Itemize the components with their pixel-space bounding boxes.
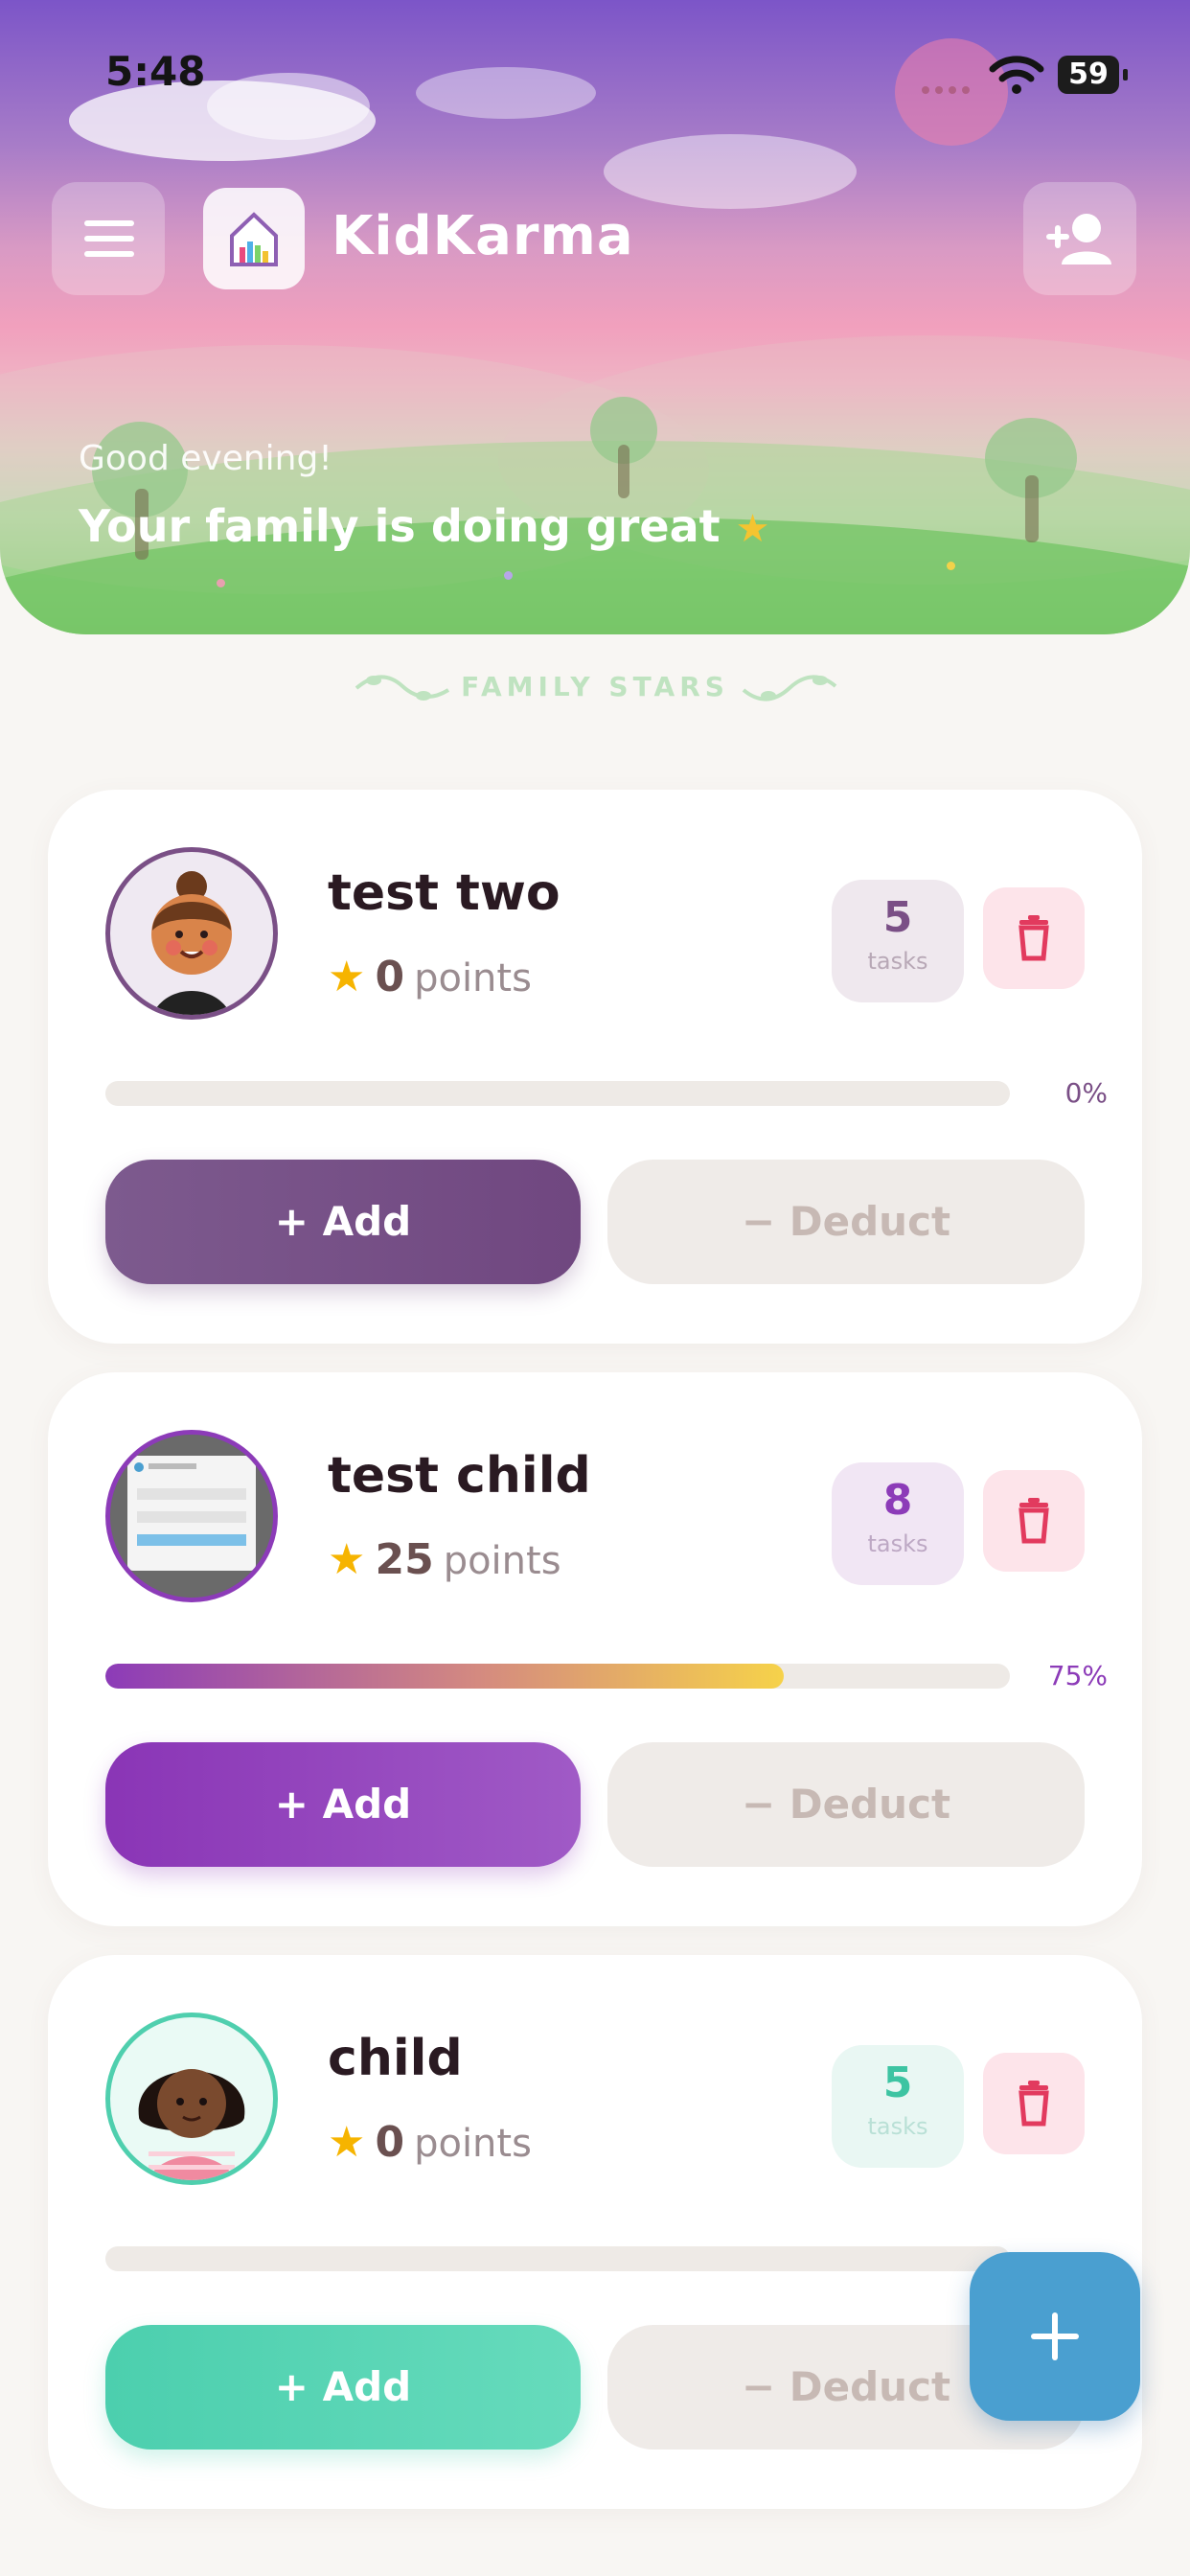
child-name: child bbox=[328, 2030, 463, 2087]
house-logo-icon bbox=[230, 212, 278, 266]
add-user-icon bbox=[1046, 214, 1111, 264]
star-icon: ★ bbox=[328, 953, 366, 1001]
trash-icon bbox=[1018, 1498, 1049, 1544]
menu-button[interactable] bbox=[52, 182, 165, 295]
star-icon: ★ bbox=[328, 2118, 366, 2167]
child-card: test child ★ 25 points 8 tasks 75% + Add −… bbox=[48, 1372, 1142, 1926]
points-value: 0 bbox=[375, 2118, 405, 2167]
tasks-badge[interactable]: 8 tasks bbox=[832, 1462, 964, 1585]
tasks-badge[interactable]: 5 tasks bbox=[832, 2045, 964, 2168]
wifi-icon bbox=[989, 56, 1044, 94]
child-card: child ★ 0 points 5 tasks + Add − Deduct bbox=[48, 1955, 1142, 2509]
add-points-button[interactable]: + Add bbox=[105, 2325, 581, 2450]
girl-avatar-icon bbox=[138, 2069, 245, 2180]
progress-fill bbox=[105, 1664, 784, 1689]
delete-button[interactable] bbox=[983, 887, 1085, 989]
points-value: 0 bbox=[375, 953, 405, 1001]
points-label: points bbox=[414, 956, 532, 1000]
tasks-label: tasks bbox=[867, 2113, 928, 2140]
cloud bbox=[207, 73, 370, 140]
progress-percent: 0% bbox=[1064, 1077, 1108, 1109]
trash-icon bbox=[1018, 2081, 1049, 2127]
plus-icon bbox=[1052, 2312, 1058, 2360]
headline-label: Your family is doing great bbox=[79, 500, 721, 552]
trash-icon bbox=[1018, 915, 1049, 961]
progress-bar bbox=[105, 1664, 1010, 1689]
vine-right-icon bbox=[742, 675, 837, 702]
points-row: ★ 25 points bbox=[328, 1535, 561, 1584]
cloud bbox=[416, 67, 596, 119]
app-title: KidKarma bbox=[332, 205, 634, 267]
status-time: 5:48 bbox=[105, 48, 206, 95]
child-card: test two ★ 0 points 5 tasks 0% + Add − Ded… bbox=[48, 790, 1142, 1344]
avatar[interactable] bbox=[105, 2012, 278, 2185]
app-logo bbox=[203, 188, 305, 289]
add-user-button[interactable] bbox=[1023, 182, 1136, 295]
girl-avatar-icon bbox=[151, 871, 232, 1015]
tasks-count: 5 bbox=[882, 2058, 913, 2107]
deduct-points-button[interactable]: − Deduct bbox=[607, 1742, 1085, 1867]
greeting-text: Good evening! bbox=[79, 439, 332, 478]
screenshot-avatar-icon bbox=[110, 1435, 273, 1598]
battery-indicator: 59 bbox=[1058, 56, 1119, 94]
add-points-button[interactable]: + Add bbox=[105, 1742, 581, 1867]
tasks-count: 8 bbox=[882, 1476, 913, 1525]
avatar[interactable] bbox=[105, 847, 278, 1020]
tasks-count: 5 bbox=[882, 893, 913, 942]
tree bbox=[985, 418, 1077, 542]
star-icon: ★ bbox=[735, 507, 770, 551]
battery-tip bbox=[1123, 69, 1128, 80]
add-points-button[interactable]: + Add bbox=[105, 1160, 581, 1284]
points-value: 25 bbox=[375, 1535, 434, 1584]
sparkle bbox=[947, 562, 955, 570]
section-title: FAMILY STARS bbox=[461, 671, 729, 702]
sparkle bbox=[217, 579, 225, 587]
child-name: test child bbox=[328, 1447, 591, 1505]
avatar[interactable] bbox=[105, 1430, 278, 1602]
progress-bar bbox=[105, 1081, 1010, 1106]
points-row: ★ 0 points bbox=[328, 953, 532, 1001]
points-label: points bbox=[443, 1539, 561, 1583]
star-icon: ★ bbox=[328, 1535, 366, 1584]
hamburger-menu-icon bbox=[84, 251, 134, 257]
sparkle bbox=[504, 571, 513, 580]
tasks-label: tasks bbox=[867, 948, 928, 975]
child-name: test two bbox=[328, 864, 561, 922]
delete-button[interactable] bbox=[983, 1470, 1085, 1572]
deduct-points-button[interactable]: − Deduct bbox=[607, 1160, 1085, 1284]
hamburger-menu-icon bbox=[84, 220, 134, 226]
headline-text: Your family is doing great ★ bbox=[79, 500, 770, 552]
hamburger-menu-icon bbox=[84, 236, 134, 242]
add-child-fab[interactable] bbox=[970, 2252, 1140, 2421]
tasks-label: tasks bbox=[867, 1530, 928, 1557]
delete-button[interactable] bbox=[983, 2053, 1085, 2154]
points-row: ★ 0 points bbox=[328, 2118, 532, 2167]
points-label: points bbox=[414, 2122, 532, 2166]
tasks-badge[interactable]: 5 tasks bbox=[832, 880, 964, 1002]
tree bbox=[590, 397, 657, 502]
progress-bar bbox=[105, 2246, 1010, 2271]
progress-percent: 75% bbox=[1047, 1660, 1108, 1691]
cloud bbox=[604, 134, 857, 209]
